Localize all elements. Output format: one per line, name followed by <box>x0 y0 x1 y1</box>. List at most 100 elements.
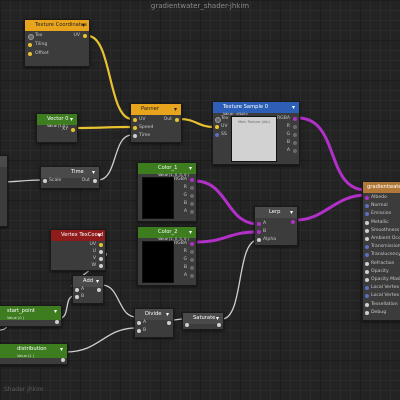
port-dot[interactable] <box>75 288 79 292</box>
port-dot[interactable] <box>75 295 79 299</box>
port-dot[interactable] <box>99 264 103 268</box>
chevron-down-icon[interactable]: ▾ <box>82 20 85 31</box>
node-title: Divide <box>145 311 162 317</box>
port-dot[interactable] <box>365 196 369 200</box>
port-dot[interactable] <box>215 133 219 137</box>
port-label: Offset <box>35 51 49 56</box>
node-panner[interactable]: Panner ▾ UV Speed Time Out <box>130 103 182 143</box>
port-dot[interactable] <box>365 237 369 241</box>
port-dot[interactable] <box>365 245 369 250</box>
chevron-down-icon[interactable]: ▾ <box>292 102 295 113</box>
port-dot[interactable] <box>97 288 101 292</box>
port-dot[interactable] <box>190 202 194 206</box>
port-dot[interactable] <box>257 222 261 226</box>
port-dot[interactable] <box>293 149 297 153</box>
node-header: Vertex TexCoord ▾ <box>51 230 105 241</box>
node-saturate[interactable]: Saturate ▾ <box>182 312 224 330</box>
port-dot[interactable] <box>99 257 103 261</box>
port-dot[interactable] <box>257 238 261 242</box>
port-dot[interactable] <box>365 204 369 209</box>
chevron-down-icon[interactable]: ▾ <box>189 227 192 238</box>
port-dot[interactable] <box>133 134 137 138</box>
node-texture-coordinates[interactable]: Texture Coordinates ▾ Tex Tiling Offset … <box>24 19 90 67</box>
port-dot[interactable] <box>365 269 369 274</box>
chevron-down-icon[interactable]: ▾ <box>54 306 57 317</box>
port-dot[interactable] <box>365 228 369 233</box>
chevron-down-icon[interactable]: ▾ <box>290 207 293 218</box>
port-dot[interactable] <box>190 250 194 254</box>
chevron-down-icon[interactable]: ▾ <box>70 114 73 125</box>
port-dot[interactable] <box>28 43 32 47</box>
node-add[interactable]: Add ▾ A B <box>72 275 104 304</box>
chevron-down-icon[interactable]: ▾ <box>98 230 101 241</box>
port-dot[interactable] <box>190 258 194 262</box>
port-label: Translucency <box>371 252 400 258</box>
port-dot[interactable] <box>133 118 137 122</box>
chevron-down-icon[interactable]: ▾ <box>92 167 95 178</box>
node-vector0[interactable]: Vector 0 Value (1,0 ) ▾ XY <box>36 113 78 143</box>
port-dot[interactable] <box>365 278 369 282</box>
chevron-down-icon[interactable]: ▾ <box>189 163 192 174</box>
node-color-1[interactable]: Color_1 Value (1, 0, 0, 0 ) ▾ RGBA R G B… <box>137 162 197 222</box>
port-dot[interactable] <box>293 117 297 121</box>
node-divide[interactable]: Divide ▾ A B <box>134 308 174 338</box>
port-dot[interactable] <box>293 125 297 129</box>
texture-preview: Main Texture (Alb) <box>231 116 277 162</box>
port-dot[interactable] <box>217 323 221 327</box>
wire-add-divide <box>101 284 137 318</box>
port-label: SS <box>221 132 227 137</box>
port-dot[interactable] <box>365 294 369 299</box>
port-dot[interactable] <box>190 186 194 190</box>
port-label: RGBA <box>173 177 187 182</box>
port-dot[interactable] <box>185 323 189 327</box>
port-dot[interactable] <box>365 286 369 291</box>
offscreen-node-header <box>0 156 7 167</box>
port-dot[interactable] <box>190 178 194 182</box>
port-dot[interactable] <box>175 118 179 122</box>
port-dot[interactable] <box>291 220 295 224</box>
chevron-down-icon[interactable]: ▾ <box>166 309 169 320</box>
port-dot[interactable] <box>293 141 297 145</box>
port-dot[interactable] <box>93 179 97 183</box>
port-dot[interactable] <box>55 320 59 324</box>
port-dot[interactable] <box>137 321 141 325</box>
port-dot[interactable] <box>28 34 34 40</box>
port-dot[interactable] <box>365 302 369 307</box>
port-dot[interactable] <box>215 125 219 129</box>
node-distribution[interactable]: distribution Value (1 ) ▾ <box>0 343 68 365</box>
node-lerp[interactable]: Lerp ▾ A B Alpha <box>254 206 298 246</box>
node-start-point[interactable]: start_point Value (0 ) ▾ <box>0 305 62 327</box>
port-dot[interactable] <box>190 242 194 246</box>
port-dot[interactable] <box>43 179 47 183</box>
port-dot[interactable] <box>99 250 103 254</box>
node-texture-sample[interactable]: Texture Sample 0 Value: <Null> ▾ Tex UV … <box>212 101 300 165</box>
node-time[interactable]: Time ▾ Scale Out <box>40 166 100 189</box>
port-dot[interactable] <box>365 212 369 217</box>
port-dot[interactable] <box>167 321 171 325</box>
port-dot[interactable] <box>71 128 75 132</box>
offscreen-node[interactable] <box>0 155 8 227</box>
chevron-down-icon[interactable]: ▾ <box>60 344 63 355</box>
port-dot[interactable] <box>83 34 87 38</box>
node-vertex-texcoord[interactable]: Vertex TexCoord ▾ UV U V W <box>50 229 106 271</box>
port-dot[interactable] <box>293 133 297 137</box>
port-dot[interactable] <box>257 230 261 234</box>
node-master-output[interactable]: gradientwater_sh Albedo Normal Emission Met… <box>362 181 400 321</box>
port-label: Local Vertex Offset <box>371 285 400 291</box>
port-dot[interactable] <box>365 310 369 315</box>
port-dot[interactable] <box>190 274 194 278</box>
port-dot[interactable] <box>365 220 369 225</box>
port-dot[interactable] <box>190 266 194 270</box>
port-dot[interactable] <box>190 194 194 198</box>
port-dot[interactable] <box>61 358 65 362</box>
port-dot[interactable] <box>365 253 369 258</box>
port-dot[interactable] <box>28 52 32 56</box>
chevron-down-icon[interactable]: ▾ <box>174 104 177 115</box>
port-dot[interactable] <box>137 329 141 333</box>
node-color-2[interactable]: Color_2 Value (1, 0, 0, 0 ) ▾ RGBA R G B… <box>137 226 197 286</box>
chevron-down-icon[interactable]: ▾ <box>96 276 99 287</box>
port-dot[interactable] <box>99 243 103 247</box>
port-dot[interactable] <box>190 210 194 214</box>
port-dot[interactable] <box>133 126 137 130</box>
port-dot[interactable] <box>365 261 369 266</box>
